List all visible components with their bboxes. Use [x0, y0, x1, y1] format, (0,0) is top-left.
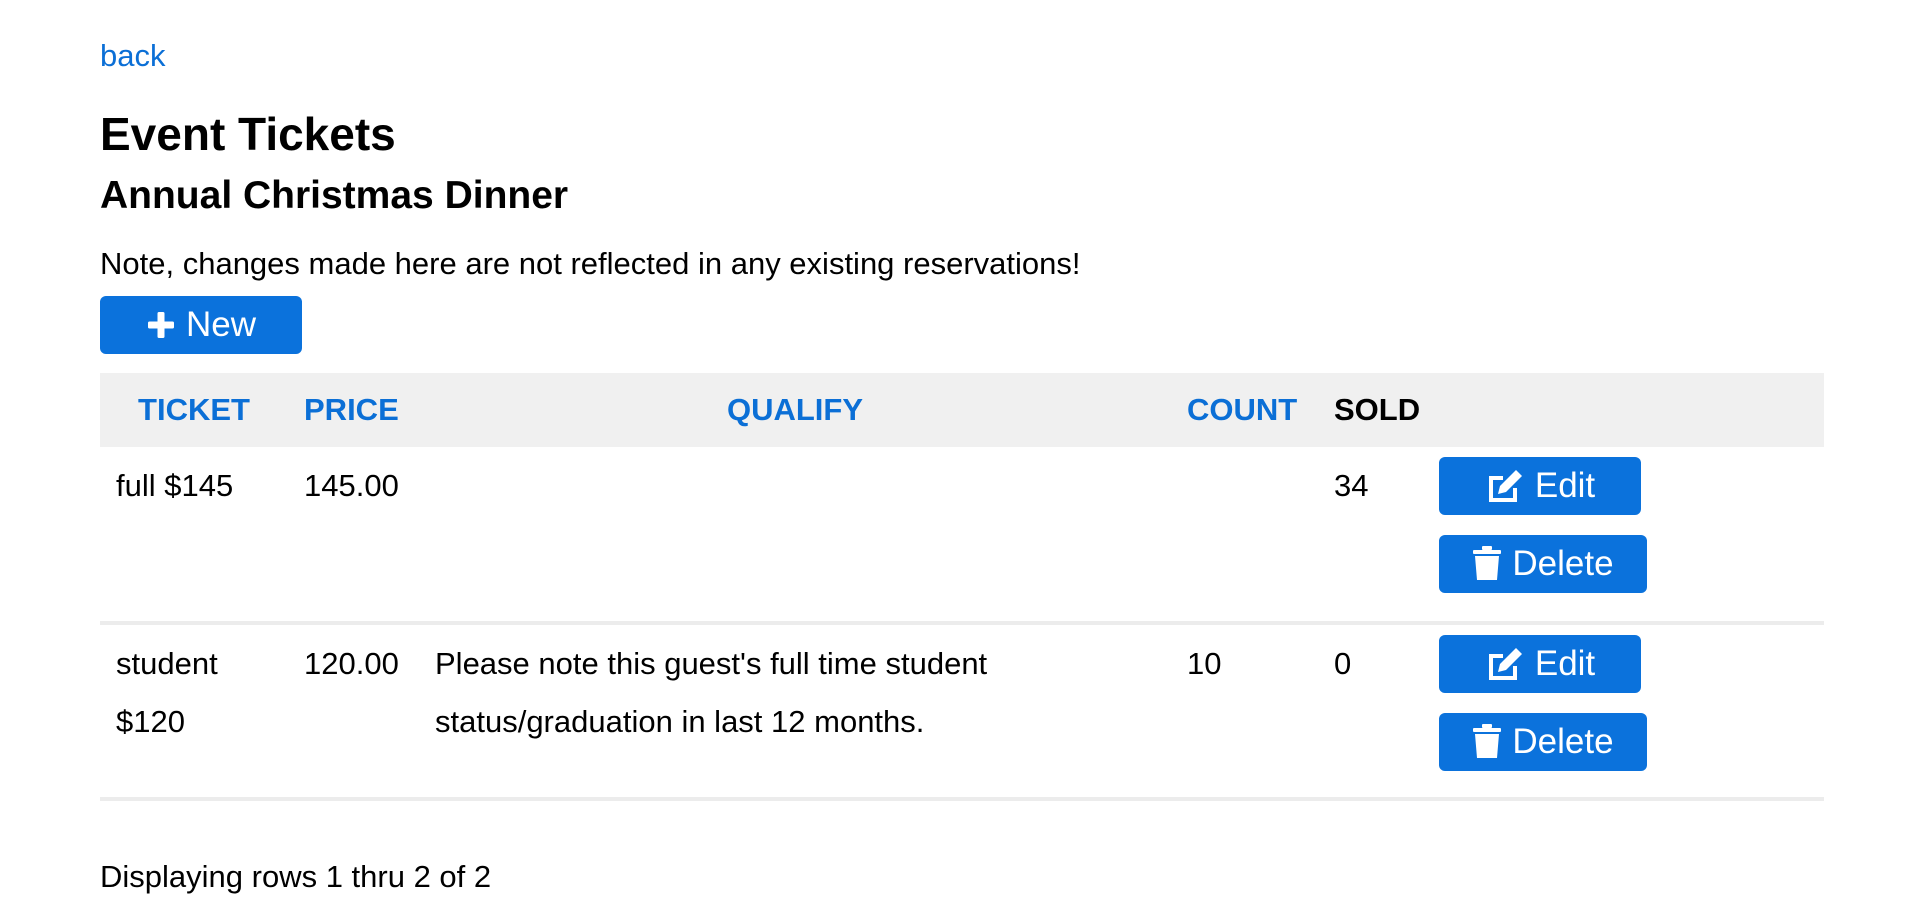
cell-price: 145.00 [304, 468, 399, 503]
delete-label: Delete [1512, 544, 1614, 583]
page-title: Event Tickets [100, 108, 396, 160]
pagination-status: Displaying rows 1 thru 2 of 2 [100, 859, 492, 894]
cell-sold: 34 [1334, 468, 1369, 503]
event-name: Annual Christmas Dinner [100, 174, 569, 217]
cell-actions: Edit Delete [1439, 447, 1824, 623]
new-button-label: New [185, 305, 257, 344]
trash-icon [1472, 546, 1502, 582]
column-header-price[interactable]: PRICE [288, 373, 419, 447]
cell-ticket: full $145 [116, 468, 234, 503]
table-row: student $120 120.00 Please note this gue… [100, 623, 1824, 799]
cell-price: 120.00 [304, 646, 399, 681]
edit-label: Edit [1534, 466, 1596, 505]
plus-icon [146, 310, 176, 340]
edit-label: Edit [1534, 644, 1596, 683]
delete-label: Delete [1512, 722, 1614, 761]
edit-button[interactable]: Edit [1439, 635, 1641, 693]
trash-icon [1472, 724, 1502, 760]
cell-actions: Edit Delete [1439, 623, 1824, 799]
new-ticket-button[interactable]: New [100, 296, 302, 354]
column-header-qualify[interactable]: QUALIFY [419, 373, 1171, 447]
column-header-ticket[interactable]: TICKET [100, 373, 288, 447]
cell-count: 10 [1187, 646, 1222, 681]
table-row: full $145 145.00 34 Edit Delete [100, 447, 1824, 623]
column-header-sold: SOLD [1334, 392, 1421, 427]
cell-qualify: Please note this guest's full time stude… [435, 646, 988, 739]
warning-note: Note, changes made here are not reflecte… [100, 246, 1081, 281]
table-header-row: TICKET PRICE QUALIFY COUNT SOLD [100, 373, 1824, 447]
edit-icon [1485, 468, 1525, 504]
edit-icon [1485, 646, 1525, 682]
cell-sold: 0 [1334, 646, 1352, 681]
column-header-actions [1439, 373, 1824, 447]
column-header-count[interactable]: COUNT [1171, 373, 1318, 447]
edit-button[interactable]: Edit [1439, 457, 1641, 515]
cell-qualify [419, 447, 1171, 623]
delete-button[interactable]: Delete [1439, 713, 1647, 771]
cell-ticket: student $120 [116, 646, 218, 739]
cell-count [1171, 447, 1318, 623]
delete-button[interactable]: Delete [1439, 535, 1647, 593]
tickets-table: TICKET PRICE QUALIFY COUNT SOLD full $14… [100, 373, 1824, 801]
back-link[interactable]: back [100, 36, 165, 76]
